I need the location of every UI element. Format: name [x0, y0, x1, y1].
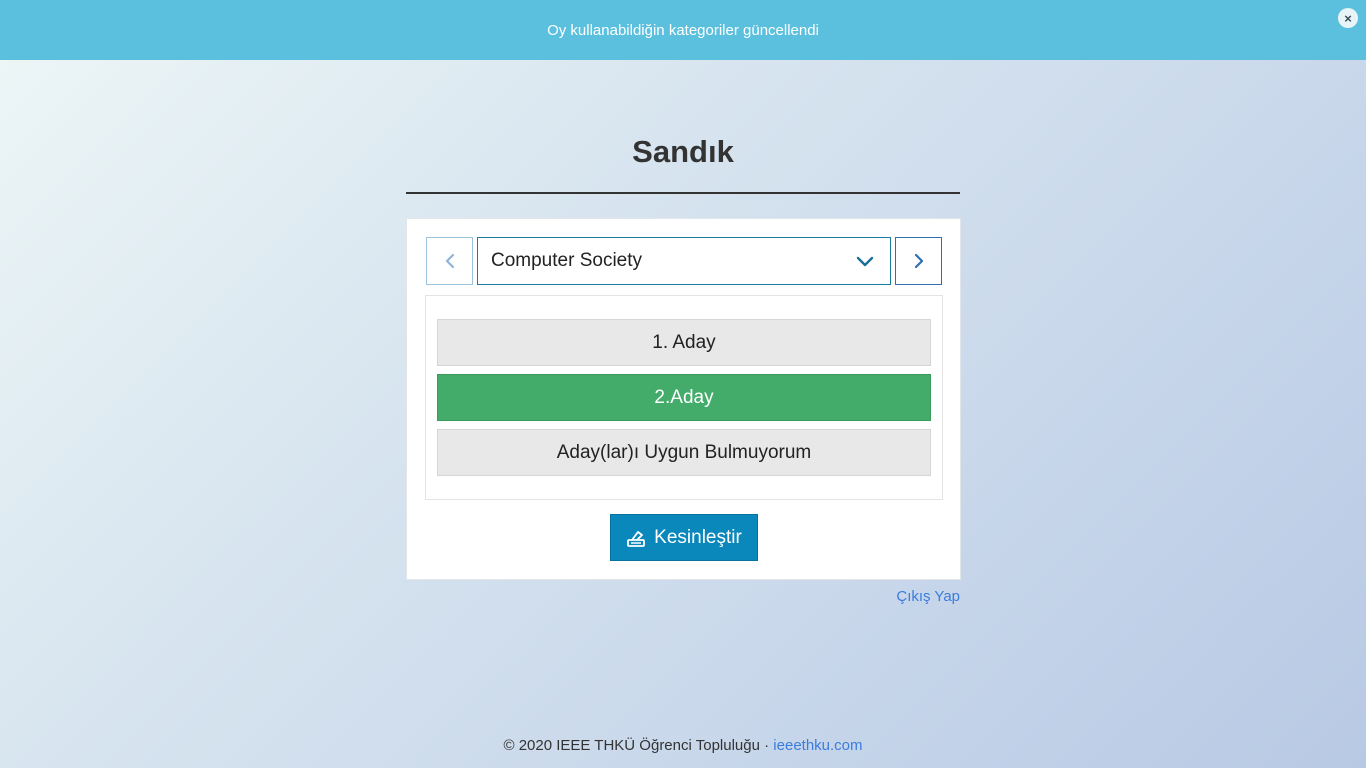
- category-select[interactable]: Computer Society: [477, 237, 891, 285]
- candidate-option-none[interactable]: Aday(lar)ı Uygun Bulmuyorum: [437, 429, 931, 476]
- footer-separator: ·: [764, 737, 770, 754]
- chevron-right-icon: [914, 253, 923, 269]
- notification-message: Oy kullanabildiğin kategoriler güncellen…: [547, 21, 819, 39]
- title-divider: [406, 192, 960, 194]
- page-title: Sandık: [632, 134, 734, 169]
- footer-copyright: © 2020 IEEE THKÜ Öğrenci Topluluğu: [503, 737, 760, 754]
- chevron-down-icon: [856, 256, 874, 267]
- footer-website-link[interactable]: ieeethku.com: [773, 737, 862, 754]
- candidate-options: 1. Aday 2.Aday Aday(lar)ı Uygun Bulmuyor…: [425, 295, 943, 500]
- footer: © 2020 IEEE THKÜ Öğrenci Topluluğu · iee…: [0, 737, 1366, 754]
- ballot-box-icon: [627, 530, 646, 547]
- submit-label: Kesinleştir: [654, 526, 742, 548]
- close-icon[interactable]: ×: [1338, 8, 1358, 28]
- candidate-option-1[interactable]: 1. Aday: [437, 319, 931, 366]
- chevron-left-icon: [445, 253, 454, 269]
- prev-category-button[interactable]: [426, 237, 473, 285]
- candidate-option-2[interactable]: 2.Aday: [437, 374, 931, 421]
- next-category-button[interactable]: [895, 237, 942, 285]
- logout-link[interactable]: Çıkış Yap: [896, 588, 960, 605]
- notification-banner: Oy kullanabildiğin kategoriler güncellen…: [0, 0, 1366, 60]
- ballot-card: Computer Society 1. Aday 2.Aday Aday(lar…: [406, 218, 961, 580]
- submit-vote-button[interactable]: Kesinleştir: [610, 514, 758, 561]
- selected-category: Computer Society: [491, 250, 643, 271]
